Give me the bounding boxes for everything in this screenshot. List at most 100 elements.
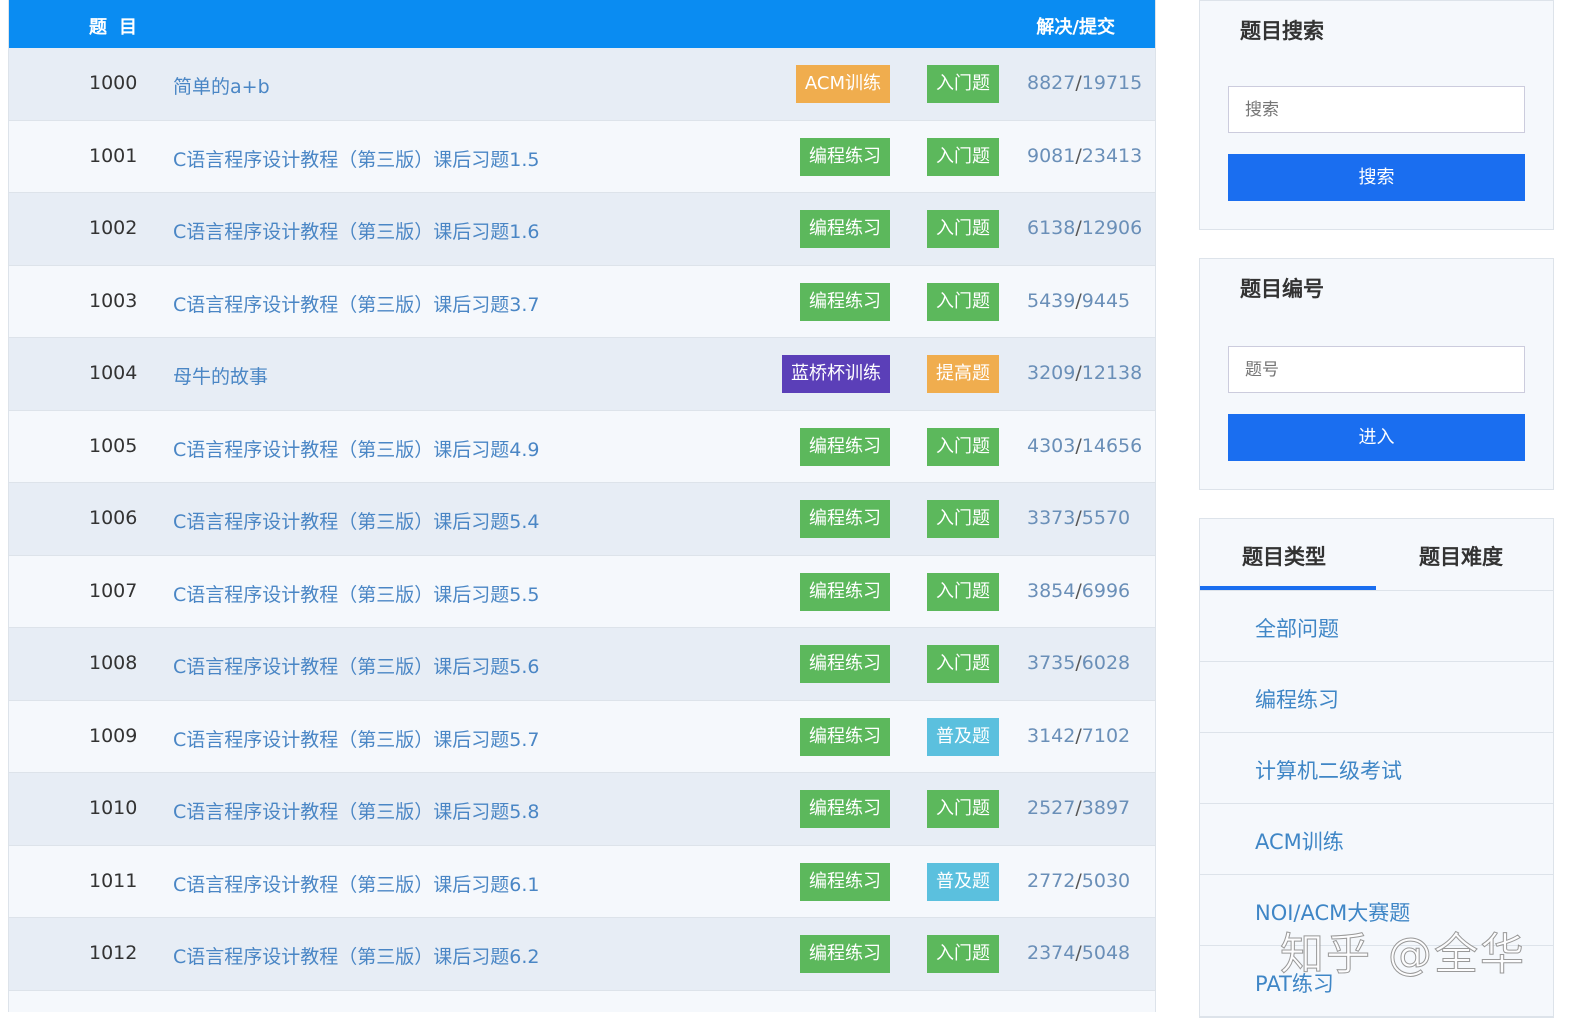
type-badge[interactable]: 编程练习 xyxy=(800,790,890,828)
type-badge[interactable]: 编程练习 xyxy=(800,210,890,248)
problem-id-input[interactable] xyxy=(1228,346,1525,393)
level-badge[interactable]: 提高题 xyxy=(927,355,999,393)
table-row: 1004 母牛的故事 蓝桥杯训练 提高题 3209/12138 xyxy=(9,338,1155,411)
problem-title-link[interactable]: C语言程序设计教程（第三版）课后习题4.9 xyxy=(173,435,539,462)
category-tabs: 题目类型 题目难度 xyxy=(1200,519,1553,591)
search-input[interactable] xyxy=(1228,86,1525,133)
solve-stat: 4303/14656 xyxy=(1027,434,1143,457)
solve-stat: 2374/5048 xyxy=(1027,942,1131,964)
table-row: 1001 C语言程序设计教程（第三版）课后习题1.5 编程练习 入门题 9081… xyxy=(9,120,1155,193)
category-item-all[interactable]: 全部问题 xyxy=(1200,591,1553,662)
submitted-count: 19715 xyxy=(1081,72,1143,94)
type-badge[interactable]: 编程练习 xyxy=(800,862,890,901)
submitted-count: 12138 xyxy=(1081,362,1143,384)
solved-count: 6138 xyxy=(1027,217,1076,239)
level-badge[interactable]: 入门题 xyxy=(927,427,999,466)
solved-count: 2374 xyxy=(1027,942,1076,964)
level-badge[interactable]: 普及题 xyxy=(927,862,999,901)
solved-count: 3854 xyxy=(1027,579,1076,602)
id-panel: 题目编号 进入 xyxy=(1199,258,1554,490)
tab-problem-type[interactable]: 题目类型 xyxy=(1242,541,1326,571)
category-item-programming[interactable]: 编程练习 xyxy=(1200,662,1553,733)
level-badge[interactable]: 入门题 xyxy=(927,500,999,538)
solved-count: 3209 xyxy=(1027,362,1076,384)
problem-title-link[interactable]: C语言程序设计教程（第三版）课后习题5.5 xyxy=(173,580,539,607)
problem-title-link[interactable]: C语言程序设计教程（第三版）课后习题6.1 xyxy=(173,870,539,897)
problem-title-link[interactable]: C语言程序设计教程（第三版）课后习题1.5 xyxy=(173,145,539,172)
solve-stat: 3854/6996 xyxy=(1027,579,1131,602)
level-badge[interactable]: 入门题 xyxy=(927,137,999,176)
submitted-count: 5048 xyxy=(1081,942,1131,964)
table-row: 1002 C语言程序设计教程（第三版）课后习题1.6 编程练习 入门题 6138… xyxy=(9,193,1155,266)
solved-count: 4303 xyxy=(1027,434,1076,457)
problem-title-link[interactable]: 简单的a+b xyxy=(173,72,270,99)
type-badge[interactable]: 编程练习 xyxy=(800,935,890,973)
type-badge[interactable]: 编程练习 xyxy=(800,137,890,176)
type-badge[interactable]: 编程练习 xyxy=(800,500,890,538)
problem-title-link[interactable]: C语言程序设计教程（第三版）课后习题6.2 xyxy=(173,942,539,969)
type-badge[interactable]: 编程练习 xyxy=(800,427,890,466)
problem-title-link[interactable]: C语言程序设计教程（第三版）课后习题5.4 xyxy=(173,507,539,534)
solve-stat: 6138/12906 xyxy=(1027,217,1143,239)
table-header: 题目 解决/提交 xyxy=(9,0,1155,48)
category-item-ncre[interactable]: 计算机二级考试 xyxy=(1200,733,1553,804)
problem-title-link[interactable]: C语言程序设计教程（第三版）课后习题5.8 xyxy=(173,797,539,824)
level-badge[interactable]: 入门题 xyxy=(927,65,999,103)
search-panel-title: 题目搜索 xyxy=(1240,19,1324,43)
level-badge[interactable]: 普及题 xyxy=(927,717,999,756)
table-row: 1009 C语言程序设计教程（第三版）课后习题5.7 编程练习 普及题 3142… xyxy=(9,700,1155,773)
solve-stat: 3373/5570 xyxy=(1027,507,1131,529)
problem-id: 1001 xyxy=(89,144,138,167)
solve-stat: 3209/12138 xyxy=(1027,362,1143,384)
level-badge[interactable]: 入门题 xyxy=(927,790,999,828)
type-badge[interactable]: 编程练习 xyxy=(800,572,890,611)
solve-stat: 2772/5030 xyxy=(1027,869,1131,892)
solved-count: 3142 xyxy=(1027,724,1076,747)
problem-id: 1000 xyxy=(89,72,138,94)
table-row: 1006 C语言程序设计教程（第三版）课后习题5.4 编程练习 入门题 3373… xyxy=(9,483,1155,556)
submitted-count: 23413 xyxy=(1081,144,1143,167)
solve-stat: 3142/7102 xyxy=(1027,724,1131,747)
problem-title-link[interactable]: C语言程序设计教程（第三版）课后习题5.7 xyxy=(173,725,539,752)
level-badge[interactable]: 入门题 xyxy=(927,572,999,611)
solve-stat: 8827/19715 xyxy=(1027,72,1143,94)
type-badge[interactable]: 蓝桥杯训练 xyxy=(782,355,890,393)
problem-title-link[interactable]: C语言程序设计教程（第三版）课后习题1.6 xyxy=(173,217,539,244)
level-badge[interactable]: 入门题 xyxy=(927,935,999,973)
table-row: 1003 C语言程序设计教程（第三版）课后习题3.7 编程练习 入门题 5439… xyxy=(9,265,1155,338)
submitted-count: 14656 xyxy=(1081,434,1143,457)
enter-button[interactable]: 进入 xyxy=(1228,414,1525,461)
level-badge[interactable]: 入门题 xyxy=(927,282,999,321)
search-button[interactable]: 搜索 xyxy=(1228,154,1525,201)
submitted-count: 6028 xyxy=(1081,652,1131,674)
level-badge[interactable]: 入门题 xyxy=(927,210,999,248)
watermark: 知乎 @全华 xyxy=(1280,929,1526,981)
type-badge[interactable]: 编程练习 xyxy=(800,717,890,756)
solved-count: 2527 xyxy=(1027,797,1076,819)
problem-id: 1012 xyxy=(89,942,138,964)
type-badge[interactable]: 编程练习 xyxy=(800,645,890,683)
solved-count: 5439 xyxy=(1027,289,1076,312)
table-row: 1007 C语言程序设计教程（第三版）课后习题5.5 编程练习 入门题 3854… xyxy=(9,555,1155,628)
problem-title-link[interactable]: C语言程序设计教程（第三版）课后习题3.7 xyxy=(173,290,539,317)
type-badge[interactable]: 编程练习 xyxy=(800,282,890,321)
problem-title-link[interactable]: 母牛的故事 xyxy=(173,362,268,389)
level-badge[interactable]: 入门题 xyxy=(927,645,999,683)
problem-title-link[interactable]: C语言程序设计教程（第三版）课后习题5.6 xyxy=(173,652,539,679)
table-row: 1011 C语言程序设计教程（第三版）课后习题6.1 编程练习 普及题 2772… xyxy=(9,845,1155,918)
table-row: 1010 C语言程序设计教程（第三版）课后习题5.8 编程练习 入门题 2527… xyxy=(9,773,1155,846)
submitted-count: 5030 xyxy=(1081,869,1131,892)
table-row: 1000 简单的a+b ACM训练 入门题 8827/19715 xyxy=(9,48,1155,121)
table-row: 1005 C语言程序设计教程（第三版）课后习题4.9 编程练习 入门题 4303… xyxy=(9,410,1155,483)
submitted-count: 12906 xyxy=(1081,217,1143,239)
tab-problem-difficulty[interactable]: 题目难度 xyxy=(1419,541,1503,571)
problem-id: 1003 xyxy=(89,289,138,312)
type-badge[interactable]: ACM训练 xyxy=(795,65,890,103)
problem-id: 1007 xyxy=(89,579,138,602)
problem-id: 1005 xyxy=(89,434,138,457)
solved-count: 3373 xyxy=(1027,507,1076,529)
category-item-acm[interactable]: ACM训练 xyxy=(1200,804,1553,875)
problem-id: 1006 xyxy=(89,507,138,529)
problem-table: 题目 解决/提交 1000 简单的a+b ACM训练 入门题 8827/1971… xyxy=(8,0,1156,1012)
problem-id: 1010 xyxy=(89,797,138,819)
